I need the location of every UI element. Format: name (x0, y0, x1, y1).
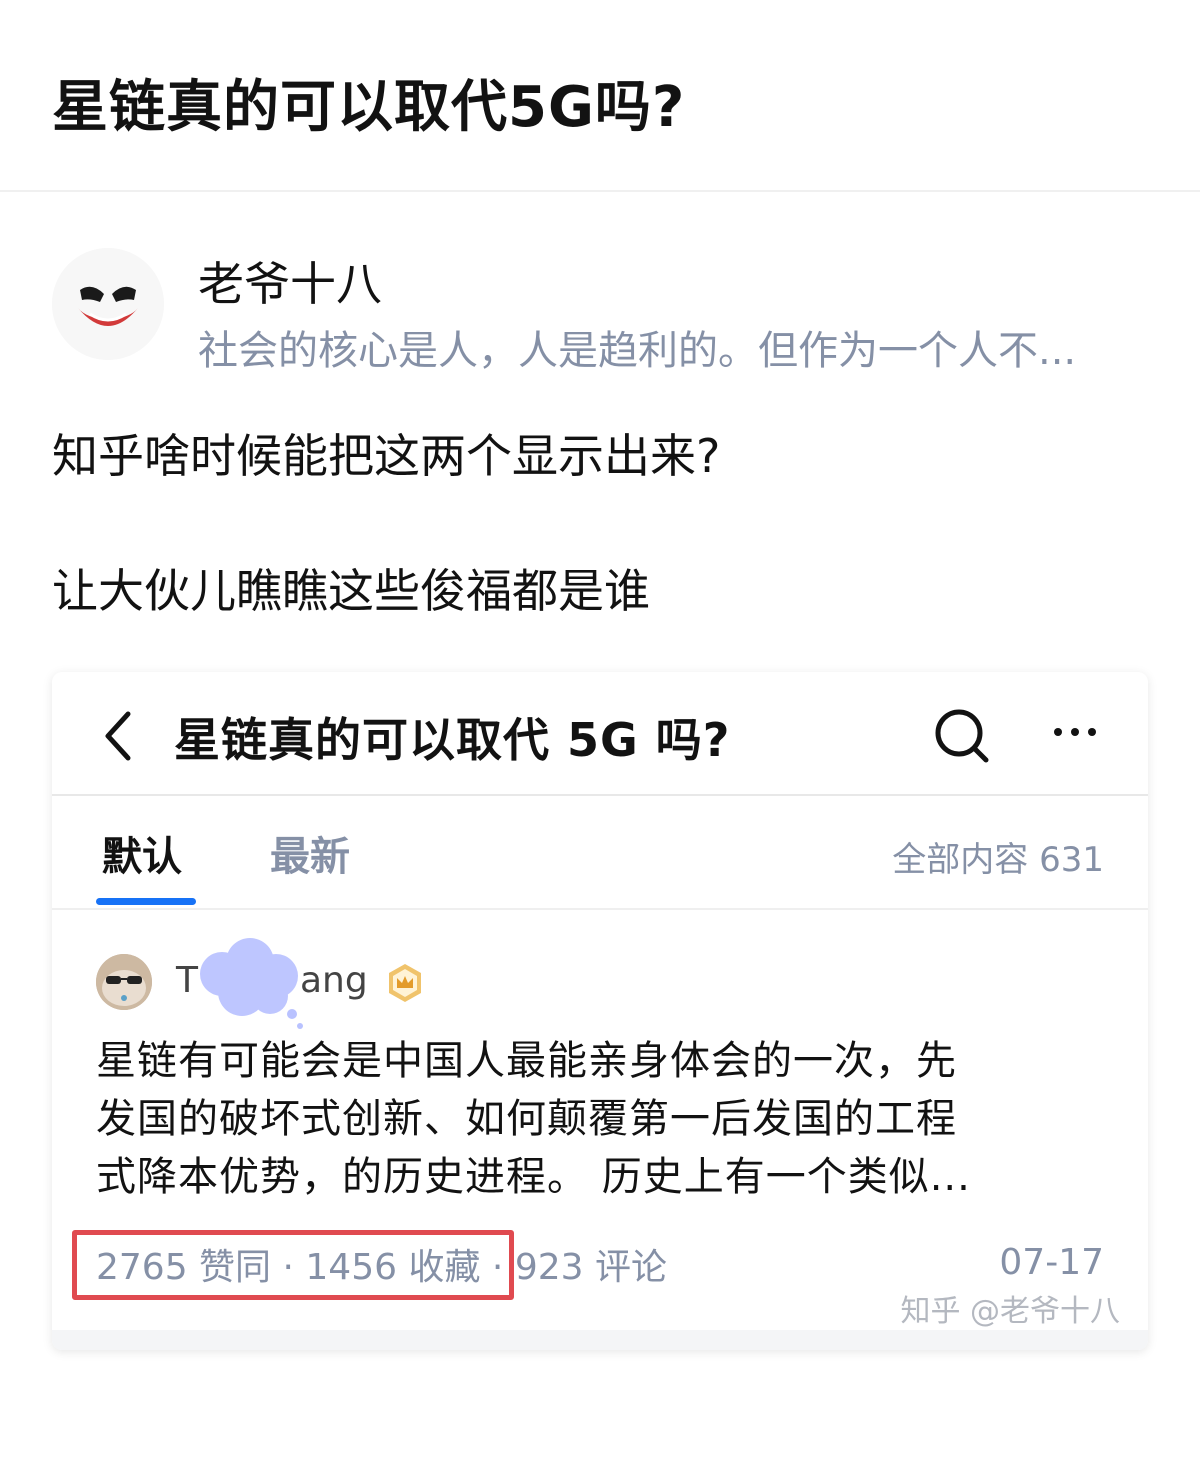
cat-sunglasses-icon (96, 954, 152, 1010)
author-bio: 社会的核心是人，人是趋利的。但作为一个人不... (198, 328, 1077, 374)
highlight-box (72, 1230, 514, 1300)
answer-line-1: 星链有可能会是中国人最能亲身体会的一次，先 (96, 1038, 957, 1084)
search-icon[interactable] (932, 706, 992, 766)
question-title: 星链真的可以取代5G吗? (52, 75, 686, 140)
more-icon[interactable] (1050, 712, 1100, 752)
answer-line-3: 式降本优势，的历史进程。 历史上有一个类似... (96, 1154, 971, 1200)
answer-author-name-end: ang (300, 960, 368, 1001)
censor-cloud-icon (200, 938, 303, 1029)
nav-title: 星链真的可以取代 5G 吗? (174, 713, 731, 767)
back-icon[interactable] (98, 706, 138, 766)
post-paragraph-1: 知乎啥时候能把这两个显示出来? (52, 429, 721, 483)
nav-divider (52, 794, 1148, 796)
tab-divider (52, 908, 1148, 910)
comment-count: 923 评论 (514, 1247, 667, 1288)
answer-line-2: 发国的破坏式创新、如何颠覆第一后发国的工程 (96, 1096, 957, 1142)
author-avatar[interactable] (52, 248, 164, 360)
joker-face-icon (52, 248, 164, 360)
tab-latest[interactable]: 最新 (270, 824, 350, 882)
header-divider (0, 190, 1200, 192)
total-content-count: 全部内容 631 (892, 840, 1104, 880)
card-bottom-strip (52, 1330, 1148, 1350)
tab-active-underline (96, 898, 196, 905)
tab-default[interactable]: 默认 (102, 824, 182, 882)
embedded-screenshot-card: 星链真的可以取代 5G 吗? 默认 最新 全部内容 631 Tang 星链有可能… (52, 672, 1148, 1350)
answer-author-avatar[interactable] (96, 954, 152, 1010)
author-name[interactable]: 老爷十八 (198, 248, 382, 314)
answer-date: 07-17 (999, 1242, 1104, 1283)
answer-excerpt[interactable]: 星链有可能会是中国人最能亲身体会的一次，先 发国的破坏式创新、如何颠覆第一后发国… (96, 1032, 1076, 1206)
post-paragraph-2: 让大伙儿瞧瞧这些俊福都是谁 (52, 564, 650, 618)
watermark: 知乎 @老爷十八 (900, 1294, 1120, 1329)
crown-badge-icon (389, 964, 421, 1002)
